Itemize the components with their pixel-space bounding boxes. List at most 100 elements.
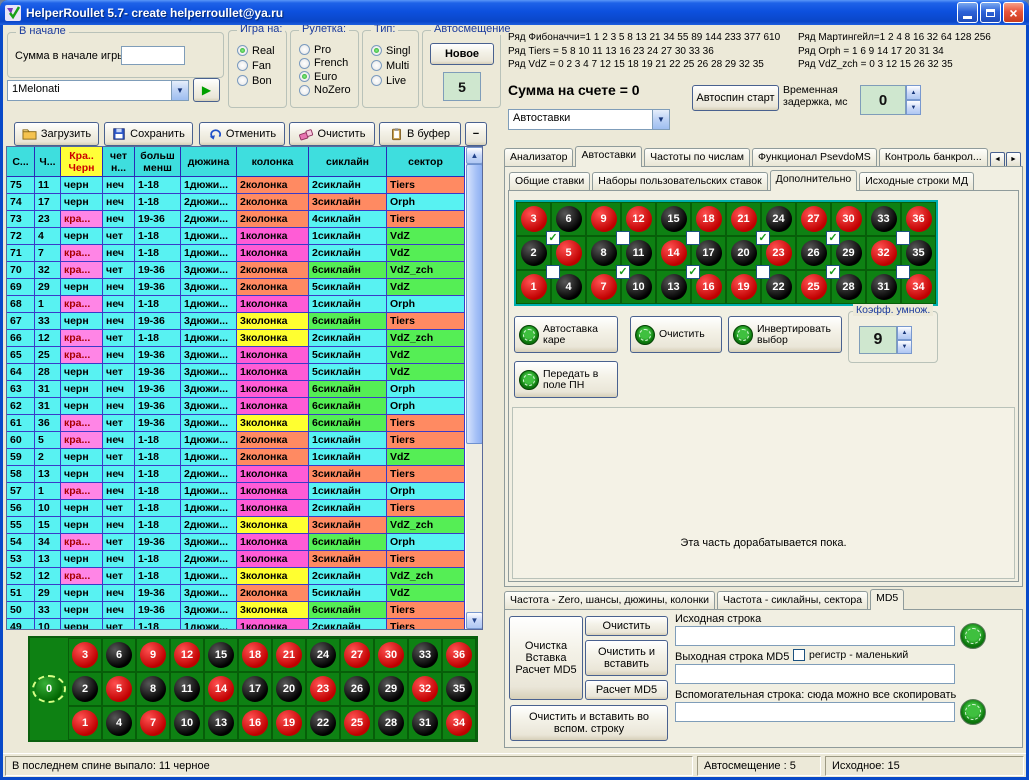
tab-bankroll-control[interactable]: Контроль банкрол... <box>879 148 988 166</box>
to-buffer-button[interactable]: В буфер <box>379 122 461 146</box>
radio-option-euro[interactable]: Euro <box>291 70 358 84</box>
minimize-button[interactable] <box>957 2 978 23</box>
tab-common-bets[interactable]: Общие ставки <box>509 172 590 190</box>
bet-number-18[interactable]: 18 <box>242 642 268 668</box>
multiplier-spinner[interactable]: ▲ ▼ <box>897 326 912 354</box>
bet-number-20[interactable]: 20 <box>731 240 757 266</box>
bet-number-9[interactable]: 9 <box>140 642 166 668</box>
save-button[interactable]: Сохранить <box>104 122 193 146</box>
start-sum-input[interactable] <box>121 46 185 65</box>
md5-source-chip-button[interactable] <box>960 623 986 649</box>
bet-number-31[interactable]: 31 <box>871 274 897 300</box>
corner-bet-checkbox[interactable] <box>616 231 630 245</box>
bet-zero[interactable]: 0 <box>30 638 68 740</box>
spinner-down-icon[interactable]: ▼ <box>897 340 912 354</box>
register-checkbox[interactable] <box>793 649 805 661</box>
combo-arrow-icon[interactable]: ▼ <box>171 81 188 100</box>
maximize-button[interactable] <box>980 2 1001 23</box>
tab-user-bet-sets[interactable]: Наборы пользовательских ставок <box>592 172 767 190</box>
spinner-up-icon[interactable]: ▲ <box>906 85 921 100</box>
bet-number-14[interactable]: 14 <box>661 240 687 266</box>
corner-bet-checkbox[interactable]: ✓ <box>756 231 770 245</box>
tab-freq-zero-chances[interactable]: Частота - Zero, шансы, дюжины, колонки <box>504 591 715 609</box>
table-row[interactable]: 5813черннеч1-182дюжи...1колонка3сиклайнT… <box>7 466 465 483</box>
table-row[interactable]: 592чернчет1-181дюжи...2колонка1сиклайнVd… <box>7 449 465 466</box>
corner-bet-checkbox[interactable] <box>756 265 770 279</box>
corner-bet-checkbox[interactable] <box>546 265 560 279</box>
bet-number-23[interactable]: 23 <box>310 676 336 702</box>
bet-number-3[interactable]: 3 <box>521 206 547 232</box>
autospin-start-button[interactable]: Автоспин старт <box>692 85 779 111</box>
bet-number-33[interactable]: 33 <box>871 206 897 232</box>
scroll-down-icon[interactable]: ▼ <box>466 612 483 629</box>
spinner-down-icon[interactable]: ▼ <box>906 100 921 115</box>
corner-bet-checkbox[interactable]: ✓ <box>686 265 700 279</box>
bet-number-1[interactable]: 1 <box>72 710 98 736</box>
radio-option-pro[interactable]: Pro <box>291 43 358 57</box>
md5-aux-chip-button[interactable] <box>960 699 986 725</box>
clear-button[interactable]: Очистить <box>289 122 375 146</box>
bet-number-4[interactable]: 4 <box>106 710 132 736</box>
corner-bet-checkbox[interactable] <box>896 265 910 279</box>
table-row[interactable]: 5033черннеч19-363дюжи...3колонка6сиклайн… <box>7 602 465 619</box>
table-row[interactable]: 4910чернчет1-181дюжи...1колонка2сиклайнT… <box>7 619 465 630</box>
corner-bet-checkbox[interactable]: ✓ <box>826 231 840 245</box>
table-row[interactable]: 7323кра...неч19-362дюжи...2колонка4сикла… <box>7 211 465 228</box>
md5-output-input[interactable] <box>675 664 955 684</box>
bet-number-30[interactable]: 30 <box>378 642 404 668</box>
bet-number-24[interactable]: 24 <box>310 642 336 668</box>
bet-number-2[interactable]: 2 <box>72 676 98 702</box>
table-row[interactable]: 5129черннеч19-363дюжи...2колонка5сиклайн… <box>7 585 465 602</box>
auto-corner-button[interactable]: Автоставка каре <box>514 316 618 353</box>
table-row[interactable]: 6929черннеч19-363дюжи...2колонка5сиклайн… <box>7 279 465 296</box>
radio-option-fan[interactable]: Fan <box>229 58 286 73</box>
radio-option-french[interactable]: French <box>291 57 358 71</box>
bet-number-21[interactable]: 21 <box>731 206 757 232</box>
preset-combo[interactable]: 1Melonati ▼ <box>7 80 189 101</box>
radio-option-multi[interactable]: Multi <box>363 58 418 73</box>
bet-number-33[interactable]: 33 <box>412 642 438 668</box>
bet-number-15[interactable]: 15 <box>661 206 687 232</box>
bet-number-28[interactable]: 28 <box>378 710 404 736</box>
bet-number-21[interactable]: 21 <box>276 642 302 668</box>
corner-bet-checkbox[interactable]: ✓ <box>546 231 560 245</box>
bet-number-1[interactable]: 1 <box>521 274 547 300</box>
radio-option-live[interactable]: Live <box>363 73 418 88</box>
titlebar[interactable]: HelperRoullet 5.7- create helperroullet@… <box>0 0 1029 25</box>
bet-number-14[interactable]: 14 <box>208 676 234 702</box>
bet-number-34[interactable]: 34 <box>446 710 472 736</box>
table-row[interactable]: 7511черннеч1-181дюжи...2колонка2сиклайнT… <box>7 177 465 194</box>
table-row[interactable]: 724чернчет1-181дюжи...1колонка1сиклайнVd… <box>7 228 465 245</box>
bet-number-26[interactable]: 26 <box>801 240 827 266</box>
table-row[interactable]: 6612кра...чет1-181дюжи...3колонка2сиклай… <box>7 330 465 347</box>
corner-bet-checkbox[interactable]: ✓ <box>616 265 630 279</box>
table-row[interactable]: 7032кра...чет19-363дюжи...2колонка6сикла… <box>7 262 465 279</box>
bet-number-29[interactable]: 29 <box>378 676 404 702</box>
bet-number-19[interactable]: 19 <box>276 710 302 736</box>
bet-number-15[interactable]: 15 <box>208 642 234 668</box>
bet-number-27[interactable]: 27 <box>344 642 370 668</box>
table-row[interactable]: 571кра...неч1-181дюжи...1колонка1сиклайн… <box>7 483 465 500</box>
bet-number-26[interactable]: 26 <box>344 676 370 702</box>
table-row[interactable]: 717кра...неч1-181дюжи...1колонка2сиклайн… <box>7 245 465 262</box>
md5-source-input[interactable] <box>675 626 955 646</box>
bet-number-8[interactable]: 8 <box>140 676 166 702</box>
table-row[interactable]: 6428чернчет19-363дюжи...1колонка5сиклайн… <box>7 364 465 381</box>
bet-number-8[interactable]: 8 <box>591 240 617 266</box>
bet-number-25[interactable]: 25 <box>801 274 827 300</box>
bet-number-12[interactable]: 12 <box>626 206 652 232</box>
new-button[interactable]: Новое <box>430 43 494 65</box>
bet-number-5[interactable]: 5 <box>106 676 132 702</box>
tab-freq-sixlines-sectors[interactable]: Частота - сиклайны, сектора <box>717 591 868 609</box>
bet-number-7[interactable]: 7 <box>140 710 166 736</box>
table-row[interactable]: 6331черннеч19-363дюжи...1колонка6сиклайн… <box>7 381 465 398</box>
clear-bets-button[interactable]: Очистить <box>630 316 722 353</box>
bet-number-3[interactable]: 3 <box>72 642 98 668</box>
corner-bet-checkbox[interactable] <box>686 231 700 245</box>
bet-number-13[interactable]: 13 <box>661 274 687 300</box>
bet-number-20[interactable]: 20 <box>276 676 302 702</box>
bet-number-18[interactable]: 18 <box>696 206 722 232</box>
bet-number-27[interactable]: 27 <box>801 206 827 232</box>
load-button[interactable]: Загрузить <box>14 122 99 146</box>
table-scrollbar[interactable]: ▲ ▼ <box>466 147 483 629</box>
